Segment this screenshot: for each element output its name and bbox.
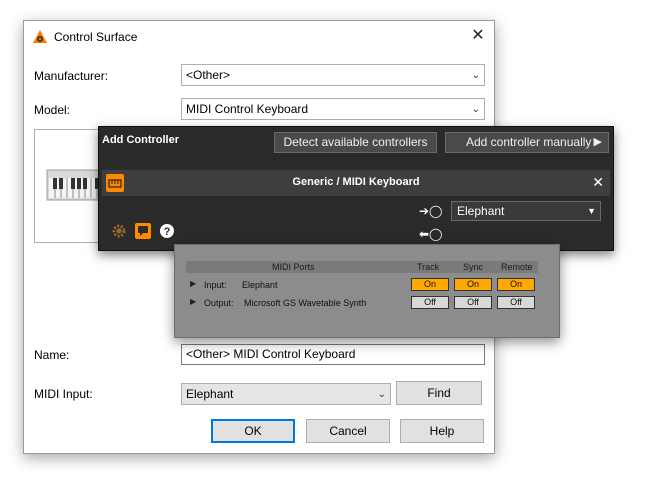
svg-text:?: ?	[164, 226, 171, 238]
title-bar: Control Surface ✕	[24, 21, 494, 53]
port-name: Microsoft GS Wavetable Synth	[244, 298, 367, 308]
triangle-right-icon[interactable]: ▶	[190, 297, 196, 306]
midi-ports-header: MIDI Ports Track Sync Remote	[186, 261, 538, 273]
add-controller-title: Add Controller	[102, 134, 179, 146]
midi-input-select[interactable]: Elephant ⌄	[181, 383, 391, 405]
port-direction: Input:	[204, 280, 227, 290]
chevron-down-icon: ▼	[587, 206, 596, 216]
header-sync: Sync	[463, 262, 484, 272]
track-toggle[interactable]: Off	[411, 296, 449, 309]
header-midi-ports: MIDI Ports	[272, 262, 315, 272]
help-icon[interactable]: ?	[159, 223, 175, 239]
help-button[interactable]: Help	[400, 419, 484, 443]
find-button[interactable]: Find	[396, 381, 482, 405]
midi-input-label: MIDI Input:	[34, 387, 93, 401]
midi-out-icon: ⬅◯	[419, 227, 443, 241]
triangle-right-icon[interactable]: ▶	[190, 279, 196, 288]
add-controller-manually-button[interactable]: Add controller manually ▶	[445, 132, 609, 153]
close-icon[interactable]: ✕	[592, 174, 604, 191]
midi-in-icon: ➔◯	[419, 204, 443, 218]
manufacturer-label: Manufacturer:	[34, 69, 109, 83]
port-direction: Output:	[204, 298, 234, 308]
midi-input-value: Elephant	[186, 387, 234, 401]
model-label: Model:	[34, 103, 71, 117]
sync-toggle[interactable]: Off	[454, 296, 492, 309]
name-value: <Other> MIDI Control Keyboard	[186, 347, 356, 361]
port-name: Elephant	[242, 280, 278, 290]
device-name: Generic / MIDI Keyboard	[292, 176, 420, 188]
remote-toggle[interactable]: On	[497, 278, 535, 291]
name-label: Name:	[34, 348, 70, 362]
add-controller-header: Add Controller Detect available controll…	[99, 127, 613, 167]
header-track: Track	[417, 262, 440, 272]
triangle-right-icon: ▶	[593, 136, 602, 148]
chevron-down-icon: ⌄	[471, 104, 480, 115]
ok-button[interactable]: OK	[211, 419, 295, 443]
remote-toggle[interactable]: Off	[497, 296, 535, 309]
close-icon[interactable]: ✕	[468, 26, 488, 46]
add-controller-manually-label: Add controller manually	[466, 135, 592, 149]
midi-port-row: ▶ Output: Microsoft GS Wavetable Synth O…	[186, 296, 538, 310]
chat-icon[interactable]	[135, 223, 151, 239]
add-controller-panel: Add Controller Detect available controll…	[98, 126, 614, 251]
cancel-button[interactable]: Cancel	[306, 419, 390, 443]
input-port-value: Elephant	[457, 204, 505, 218]
detect-controllers-button[interactable]: Detect available controllers	[274, 132, 437, 153]
midi-port-row: ▶ Input: Elephant On On On	[186, 278, 538, 292]
header-remote: Remote	[501, 262, 533, 272]
manufacturer-value: <Other>	[186, 68, 231, 82]
manufacturer-select[interactable]: <Other> ⌄	[181, 64, 485, 86]
chevron-down-icon: ⌄	[471, 70, 480, 81]
midi-ports-popup: MIDI Ports Track Sync Remote ▶ Input: El…	[174, 244, 560, 338]
track-toggle[interactable]: On	[411, 278, 449, 291]
gear-icon[interactable]	[111, 223, 127, 239]
reason-logo-icon	[33, 30, 47, 43]
chevron-down-icon: ⌄	[377, 389, 386, 400]
model-value: MIDI Control Keyboard	[186, 102, 309, 116]
sync-toggle[interactable]: On	[454, 278, 492, 291]
device-bar: Generic / MIDI Keyboard ✕	[102, 170, 610, 196]
model-select[interactable]: MIDI Control Keyboard ⌄	[181, 98, 485, 120]
name-input[interactable]: <Other> MIDI Control Keyboard	[181, 344, 485, 365]
window-title: Control Surface	[54, 30, 138, 44]
input-port-select[interactable]: Elephant ▼	[451, 201, 601, 221]
